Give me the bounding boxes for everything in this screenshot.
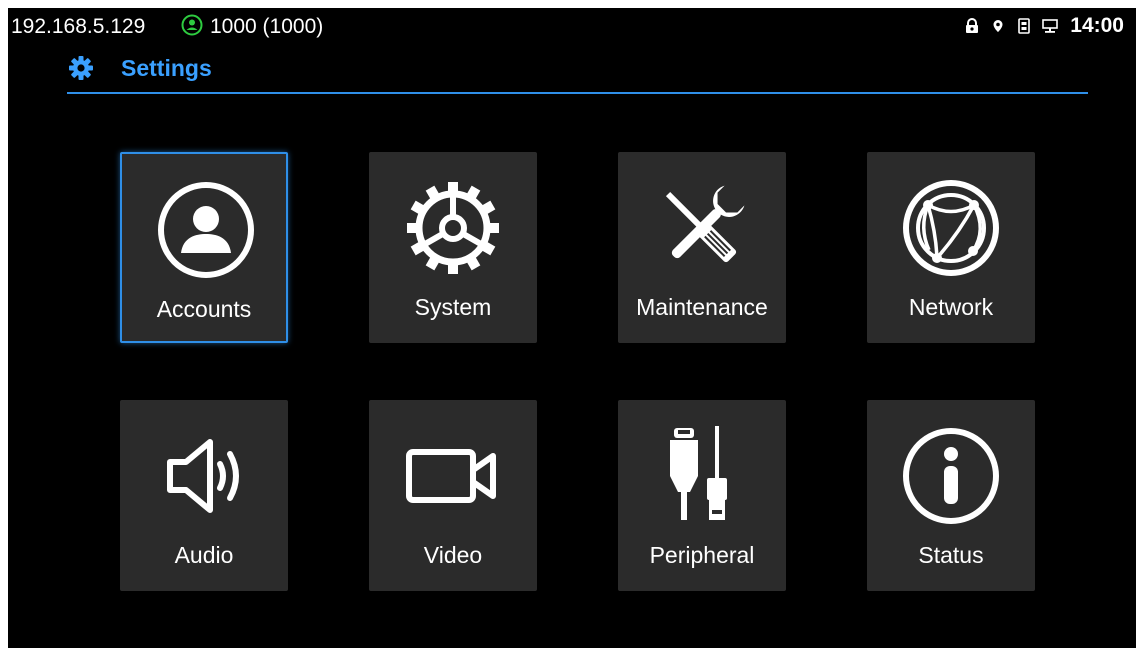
sim-icon: [1018, 18, 1031, 34]
video-camera-icon: [406, 449, 496, 503]
tile-network[interactable]: Network: [867, 152, 1035, 343]
tile-label: Audio: [174, 542, 234, 568]
status-icons: 14:00: [964, 14, 1124, 38]
tile-accounts[interactable]: Accounts: [120, 152, 288, 343]
tile-status[interactable]: Status: [867, 400, 1035, 591]
tile-label: Status: [918, 542, 984, 568]
page-title: Settings: [121, 55, 212, 81]
location-icon: [993, 20, 1003, 32]
tile-peripheral[interactable]: Peripheral: [618, 400, 786, 591]
tile-label: Maintenance: [636, 294, 768, 320]
tile-system[interactable]: System: [369, 152, 537, 343]
tile-maintenance[interactable]: Maintenance: [618, 152, 786, 343]
tile-label: Video: [423, 542, 483, 568]
gear-icon: [69, 56, 93, 80]
globe-icon: [903, 180, 999, 276]
tile-label: Network: [908, 294, 994, 320]
ethernet-icon: [1042, 19, 1059, 33]
tile-video[interactable]: Video: [369, 400, 537, 591]
speaker-icon: [167, 439, 239, 513]
gear-icon: [407, 182, 499, 274]
tile-audio[interactable]: Audio: [120, 400, 288, 591]
tile-label: Accounts: [156, 296, 252, 322]
status-bar: 192.168.5.129 1000 (1000) 14:00: [8, 8, 1136, 42]
account-icon: [158, 182, 254, 278]
plug-usb-icon: [670, 426, 727, 520]
account-status-icon: [181, 14, 203, 36]
ip-address: 192.168.5.129: [11, 15, 146, 38]
tile-label: Peripheral: [649, 542, 755, 568]
settings-screen: 192.168.5.129 1000 (1000) 14:00 Settings…: [8, 8, 1136, 648]
clock: 14:00: [1070, 14, 1124, 37]
info-icon: [903, 428, 999, 524]
lock-icon: [966, 18, 979, 33]
header-divider: [67, 92, 1088, 94]
tools-icon: [665, 185, 745, 263]
tile-label: System: [414, 294, 492, 320]
account-status-text: 1000 (1000): [210, 15, 324, 38]
